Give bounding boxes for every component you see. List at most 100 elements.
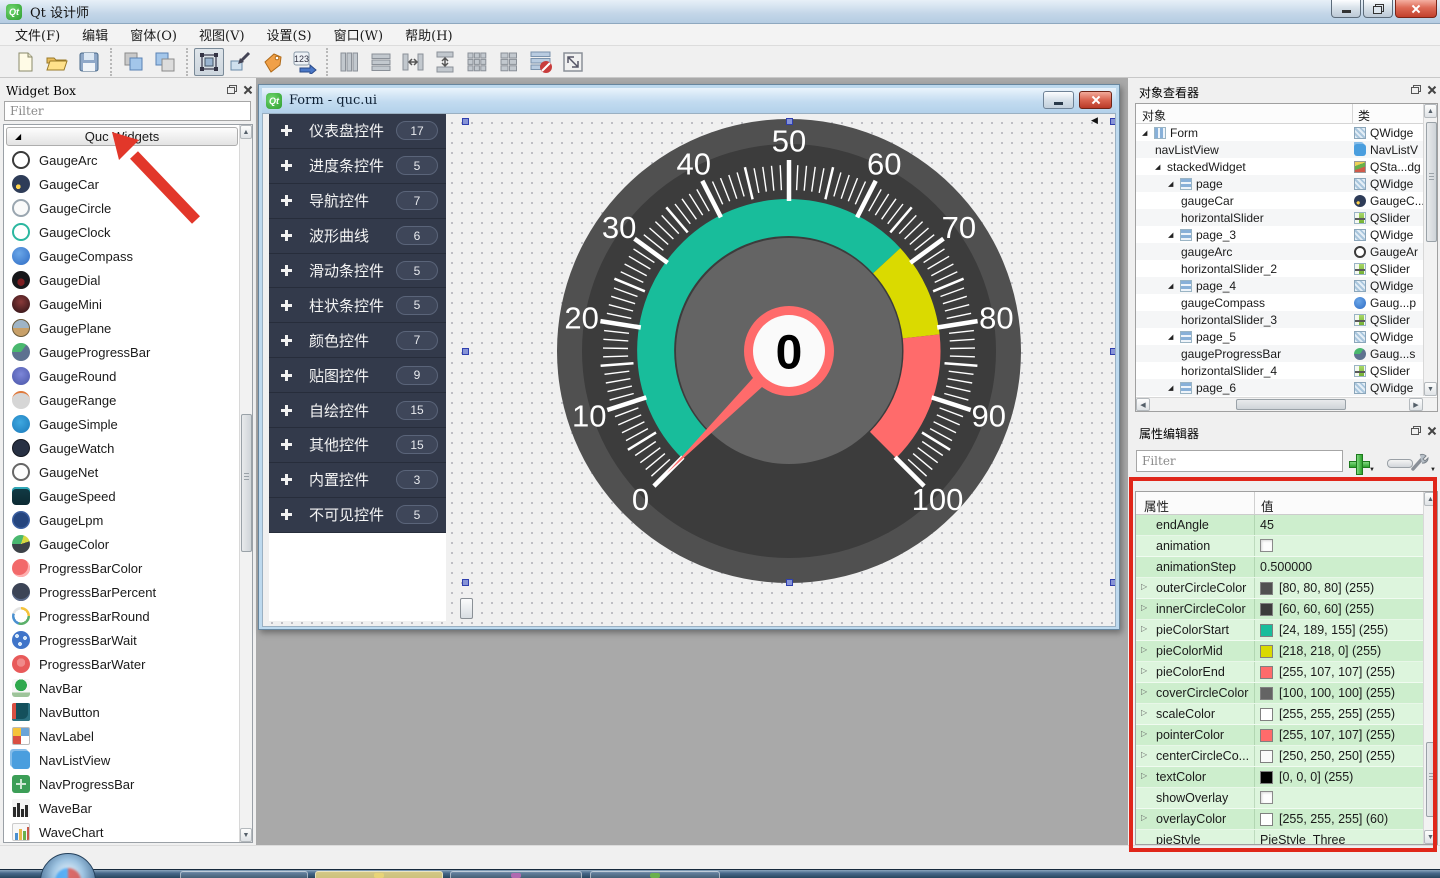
scroll-down-button[interactable]: ▼ xyxy=(240,828,252,842)
object-row-navListView[interactable]: navListViewNavListV xyxy=(1136,141,1437,158)
object-row-horizontalSlider_2[interactable]: horizontalSlider_2QSlider xyxy=(1136,260,1437,277)
tile-windows-button[interactable] xyxy=(150,48,180,76)
widget-item-nav-listview[interactable]: NavListView xyxy=(4,748,240,772)
expand-triangle-icon[interactable]: ▷ xyxy=(1141,729,1147,738)
object-row-stackedWidget[interactable]: ◢stackedWidgetQSta...dg xyxy=(1136,158,1437,175)
object-row-gaugeArc[interactable]: gaugeArcGaugeAr xyxy=(1136,243,1437,260)
expand-triangle-icon[interactable]: ◢ xyxy=(1168,333,1176,341)
object-row-gaugeCompass[interactable]: gaugeCompassGaug...p xyxy=(1136,294,1437,311)
form-minimize-button[interactable] xyxy=(1043,91,1074,109)
nav-category-7[interactable]: 颜色控件7 xyxy=(269,323,446,358)
edit-widgets-button[interactable] xyxy=(194,48,224,76)
object-row-Form[interactable]: ◢FormQWidge xyxy=(1136,124,1437,141)
close-dock-icon[interactable] xyxy=(1427,85,1436,94)
widget-item-gauge-speed[interactable]: GaugeSpeed xyxy=(4,484,240,508)
property-row-animation[interactable]: animation xyxy=(1136,536,1437,557)
expand-triangle-icon[interactable]: ◢ xyxy=(1168,384,1176,392)
expand-triangle-icon[interactable]: ▷ xyxy=(1141,624,1147,633)
selection-handle[interactable] xyxy=(1110,579,1116,586)
selection-handle[interactable] xyxy=(786,579,793,586)
expand-triangle-icon[interactable]: ▷ xyxy=(1141,813,1147,822)
nav-category-3[interactable]: 导航控件7 xyxy=(269,184,446,219)
expand-triangle-icon[interactable]: ▷ xyxy=(1141,603,1147,612)
scroll-left-button[interactable]: ◀ xyxy=(1136,398,1150,411)
horizontal-slider-handle[interactable] xyxy=(460,598,473,619)
form-canvas[interactable]: 仪表盘控件17进度条控件5导航控件7波形曲线6滑动条控件5柱状条控件5颜色控件7… xyxy=(262,113,1116,627)
expand-triangle-icon[interactable]: ◢ xyxy=(1142,129,1150,137)
remove-dynamic-property-button[interactable] xyxy=(1377,449,1413,473)
layout-split-horizontal-button[interactable] xyxy=(398,48,428,76)
stacked-page-arrow-icon[interactable]: ◀ xyxy=(1091,115,1098,126)
add-dynamic-property-button[interactable]: ▼ xyxy=(1349,449,1375,473)
widget-item-progressbar-percent[interactable]: ProgressBarPercent xyxy=(4,580,240,604)
widget-filter-input[interactable] xyxy=(4,101,251,121)
property-row-centerCircleCo[interactable]: ▷centerCircleCo...[250, 250, 250] (255) xyxy=(1136,746,1437,767)
widget-item-progressbar-round[interactable]: ProgressBarRound xyxy=(4,604,240,628)
break-layout-button[interactable] xyxy=(526,48,556,76)
inspector-vscrollbar[interactable]: ▲ ▼ xyxy=(1423,104,1437,396)
widget-item-nav-label[interactable]: NavLabel xyxy=(4,724,240,748)
edit-buddies-button[interactable] xyxy=(258,48,288,76)
widget-item-gauge-simple[interactable]: GaugeSimple xyxy=(4,412,240,436)
selection-handle[interactable] xyxy=(462,118,469,125)
selection-handle[interactable] xyxy=(1110,118,1116,125)
menu-item-1[interactable]: 文件(F) xyxy=(4,23,71,46)
property-row-outerCircleColor[interactable]: ▷outerCircleColor[80, 80, 80] (255) xyxy=(1136,578,1437,599)
property-vscrollbar[interactable]: ▲ ▼ xyxy=(1423,492,1437,844)
float-dock-icon[interactable] xyxy=(1411,426,1421,435)
widget-item-progressbar-water[interactable]: ProgressBarWater xyxy=(4,652,240,676)
selection-handle[interactable] xyxy=(462,348,469,355)
scroll-right-button[interactable]: ▶ xyxy=(1409,398,1423,411)
object-row-page_3[interactable]: ◢page_3QWidge xyxy=(1136,226,1437,243)
widget-item-gauge-progressbar[interactable]: GaugeProgressBar xyxy=(4,340,240,364)
widget-item-gauge-watch[interactable]: GaugeWatch xyxy=(4,436,240,460)
widgetbox-scrollbar[interactable]: ▲ ▼ xyxy=(239,125,252,842)
property-row-pieColorEnd[interactable]: ▷pieColorEnd[255, 107, 107] (255) xyxy=(1136,662,1437,683)
menu-item-2[interactable]: 编辑 xyxy=(71,23,119,46)
expand-triangle-icon[interactable]: ◢ xyxy=(1168,231,1176,239)
object-row-horizontalSlider[interactable]: horizontalSliderQSlider xyxy=(1136,209,1437,226)
cascade-windows-button[interactable] xyxy=(118,48,148,76)
new-form-button[interactable] xyxy=(10,48,40,76)
widget-item-wave-bar[interactable]: WaveBar xyxy=(4,796,240,820)
checkbox-unchecked[interactable] xyxy=(1260,539,1273,552)
property-row-coverCircleColor[interactable]: ▷coverCircleColor[100, 100, 100] (255) xyxy=(1136,683,1437,704)
selection-handle[interactable] xyxy=(462,579,469,586)
widget-item-progressbar-color[interactable]: ProgressBarColor xyxy=(4,556,240,580)
checkbox-unchecked[interactable] xyxy=(1260,791,1273,804)
menu-item-5[interactable]: 设置(S) xyxy=(256,23,323,46)
object-row-gaugeProgressBar[interactable]: gaugeProgressBarGaug...s xyxy=(1136,345,1437,362)
menu-item-3[interactable]: 窗体(O) xyxy=(119,23,188,46)
layout-vertical-button[interactable] xyxy=(334,48,364,76)
expand-triangle-icon[interactable]: ◢ xyxy=(1168,282,1176,290)
layout-horizontal-button[interactable] xyxy=(366,48,396,76)
expand-triangle-icon[interactable]: ▷ xyxy=(1141,582,1147,591)
expand-triangle-icon[interactable]: ◢ xyxy=(1155,163,1163,171)
property-row-pointerColor[interactable]: ▷pointerColor[255, 107, 107] (255) xyxy=(1136,725,1437,746)
selection-handle[interactable] xyxy=(1110,348,1116,355)
scroll-up-button[interactable]: ▲ xyxy=(240,125,252,139)
menu-item-4[interactable]: 视图(V) xyxy=(188,23,256,46)
property-row-overlayColor[interactable]: ▷overlayColor[255, 255, 255] (60) xyxy=(1136,809,1437,830)
object-row-page_6[interactable]: ◢page_6QWidge xyxy=(1136,379,1437,396)
nav-category-9[interactable]: 自绘控件15 xyxy=(269,393,446,428)
inspector-hscrollbar[interactable]: ◀ ▶ xyxy=(1136,397,1437,411)
minimize-button[interactable] xyxy=(1331,0,1361,18)
float-dock-icon[interactable] xyxy=(1411,85,1421,94)
property-row-animationStep[interactable]: animationStep0.500000 xyxy=(1136,557,1437,578)
widget-item-gauge-round[interactable]: GaugeRound xyxy=(4,364,240,388)
widget-item-gauge-arc[interactable]: GaugeArc xyxy=(4,148,240,172)
widget-item-nav-bar[interactable]: NavBar xyxy=(4,676,240,700)
taskbar-button-2[interactable] xyxy=(315,871,443,878)
close-button[interactable] xyxy=(1395,0,1437,18)
form-close-button[interactable] xyxy=(1079,91,1112,109)
scroll-thumb[interactable] xyxy=(241,414,252,552)
widget-item-progressbar-wait[interactable]: ProgressBarWait xyxy=(4,628,240,652)
edit-signals-slots-button[interactable] xyxy=(226,48,256,76)
widget-item-gauge-net[interactable]: GaugeNet xyxy=(4,460,240,484)
scroll-thumb[interactable] xyxy=(1426,122,1437,242)
widget-item-nav-button[interactable]: NavButton xyxy=(4,700,240,724)
open-form-button[interactable] xyxy=(42,48,72,76)
nav-category-11[interactable]: 内置控件3 xyxy=(269,463,446,498)
expand-triangle-icon[interactable]: ▷ xyxy=(1141,750,1147,759)
